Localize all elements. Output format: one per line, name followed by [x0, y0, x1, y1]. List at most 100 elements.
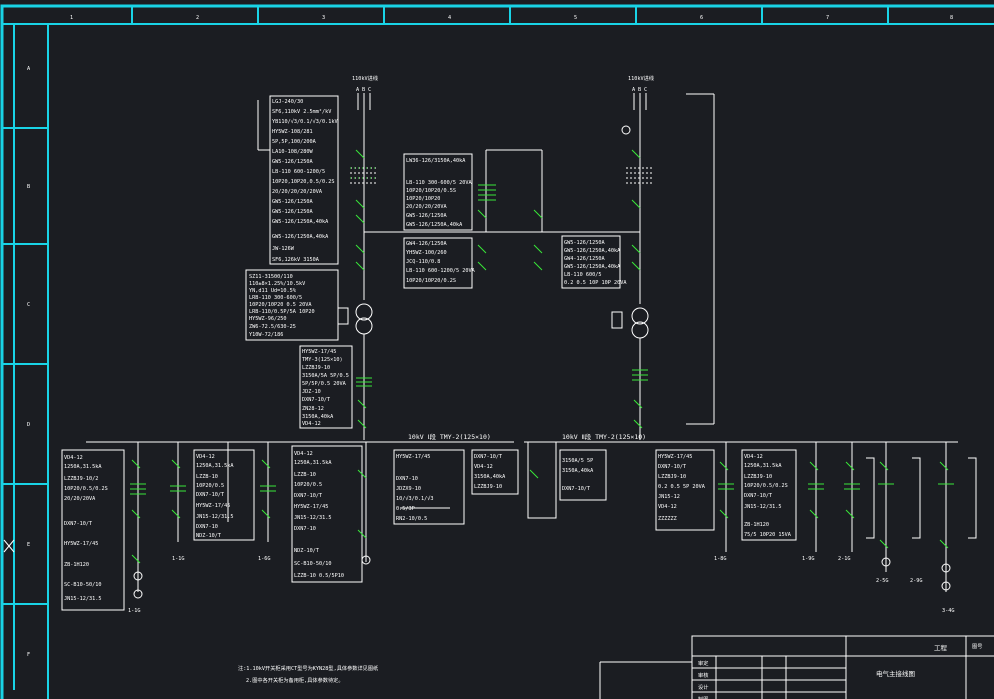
- spec-text: VD4-12: [294, 451, 313, 457]
- spec-text: DXN7-10/T: [562, 486, 590, 492]
- spec-text: JDZ-10: [302, 389, 321, 395]
- spec-text: JN15-12/31.5: [744, 504, 781, 510]
- spec-text: 110±8×1.25%/10.5kV: [249, 281, 305, 287]
- left-incoming-title: 110kV进线: [352, 74, 378, 82]
- spec-text: LZZBJ9-10/2: [64, 476, 98, 482]
- left-column-spec-table: LGJ-240/30 SF6,110kV 2.5mm²/kV YB110/√3/…: [257, 95, 339, 265]
- spec-text: NDZ-10/T: [196, 533, 221, 539]
- spec-text: JW-126W: [272, 246, 295, 252]
- spec-text: SF6,126kV 3150A: [272, 257, 320, 263]
- spec-text: GW5-126/1250A,40kA: [272, 234, 329, 240]
- zone-number: 5: [574, 15, 577, 21]
- spec-text: LGJ-240/30: [272, 99, 303, 105]
- spec-text: 0.5/3P: [396, 506, 415, 512]
- spec-text: GW5-126/1250A: [272, 209, 313, 215]
- zone-letter: E: [27, 542, 30, 548]
- spec-text: 20/20/20/20VA: [406, 204, 447, 210]
- spec-text: YH5WZ-100/260: [406, 250, 447, 256]
- zone-letter: C: [27, 302, 30, 308]
- spec-text: NDZ-10/T: [294, 548, 319, 554]
- spec-text: LB-110 300-600/5 20VA: [406, 180, 472, 186]
- spec-text: 10P20/0.5/0.2S: [744, 483, 788, 489]
- spec-text: 3150A/5 5P: [562, 458, 593, 464]
- spec-text: YN,d11 Ud=10.5%: [249, 288, 297, 294]
- spec-text: 3150A/5A 5P/0.5: [302, 373, 349, 379]
- spec-text: 0.2 0.5 5P 20VA: [658, 484, 706, 490]
- spec-text: ZB-1H120: [64, 562, 89, 568]
- spec-text: 10P20/10P20: [406, 196, 440, 202]
- spec-text: SF6,110kV 2.5mm²/kV: [272, 109, 331, 115]
- spec-text: 10P20/0.5: [196, 483, 224, 489]
- feeder-label: 2-5G: [876, 578, 889, 584]
- zone-letter: B: [27, 184, 30, 190]
- spec-text: JDZX9-10: [396, 486, 421, 492]
- spec-text: GW5-126/1250A: [272, 199, 313, 205]
- spec-text: DXN7-10/T: [196, 492, 224, 498]
- spec-text: ZN28-12: [302, 406, 324, 412]
- role-label: 审定: [698, 659, 708, 667]
- zone-number: 6: [700, 15, 703, 21]
- top-zone-numbers: 1 2 3 4 5 6 7 8: [70, 15, 953, 21]
- lv-incomer-spec-table: HY5WZ-17/45 TMY-3(125×10) LZZBJ9-10 3150…: [299, 345, 353, 429]
- spec-text: 5P,5P,100/200A: [272, 139, 317, 145]
- spec-text: HY5WZ-108/281: [272, 129, 313, 135]
- spec-text: VD4-12: [658, 504, 677, 510]
- spec-text: HY5WZ-17/45: [64, 541, 98, 547]
- zone-number: 2: [196, 15, 199, 21]
- corner-mark: 图号: [972, 643, 982, 650]
- right-incomer-spec-table: GW5-126/1250A GW5-126/1250A,40kA GW4-126…: [561, 235, 627, 289]
- feeder-label: 1-1G: [172, 556, 185, 562]
- role-label: 设计: [698, 683, 708, 691]
- single-line-diagram: 1 2 3 4 5 6 7 8 A B C D E F 110kV进线 A B …: [0, 4, 994, 699]
- spec-text: LZZBJ9-10: [302, 365, 330, 371]
- spec-text: YB110/√3/0.1/√3/0.1kV: [272, 118, 338, 125]
- feeder-label: 1-1G: [128, 608, 141, 614]
- spec-text: VD4-12: [196, 454, 215, 460]
- bus-1-label: 10kV Ⅰ段 TMY-2(125×10): [408, 432, 491, 441]
- zone-number: 8: [950, 15, 953, 21]
- right-110kv-incomer: 110kV进线 A B C: [611, 74, 715, 440]
- spec-text: LZZB-10: [294, 472, 316, 478]
- spec-text: DXN7-10: [396, 476, 418, 482]
- spec-text: RN2-10/0.5: [396, 516, 427, 522]
- spec-text: GW5-126/1250A,40kA: [272, 219, 329, 225]
- spec-text: 1250A,31.5kA: [64, 464, 102, 470]
- spec-text: LZZBJ9-10: [658, 474, 686, 480]
- spec-text: 10P20/10P20 0.5 20VA: [249, 302, 312, 308]
- spec-text: 10/√3/0.1/√3: [396, 495, 433, 502]
- notes: 注:1.10kV开关柜采用CT型号为KYN28型,具体参数详见图纸 2.图中各开…: [238, 664, 378, 684]
- spec-text: 20/20/20VA: [64, 496, 96, 502]
- zone-number: 7: [826, 15, 829, 21]
- phase-label: A: [356, 87, 360, 93]
- spec-text: HY5WZ-17/45: [396, 454, 430, 460]
- spec-text: LRB-110 300-600/5: [249, 295, 302, 301]
- spec-text: 75/5 10P20 15VA: [744, 532, 792, 538]
- spec-text: SC-B10-50/10: [64, 582, 101, 588]
- feeder-label: 1-8G: [714, 556, 727, 562]
- spec-text: LZZB-10 0.5/5P10: [294, 573, 344, 579]
- zone-letter: F: [27, 652, 30, 658]
- phase-label: A: [632, 87, 636, 93]
- spec-text: TMY-3(125×10): [302, 357, 343, 363]
- drawing-frame: [0, 4, 994, 699]
- spec-text: JN15-12/31.5: [196, 514, 233, 520]
- feeder-label: 3-4G: [942, 608, 955, 614]
- note-line-2: 2.图中各开关柜为备用柜,具体参数待定。: [246, 676, 344, 684]
- spec-text: GW5-126/1250A,40kA: [564, 248, 621, 254]
- spec-text: VD4-12: [302, 421, 321, 427]
- phase-label: B: [362, 87, 365, 93]
- feeder-label: 2-1G: [838, 556, 851, 562]
- spec-text: GW5-126/1250A: [564, 240, 605, 246]
- spec-text: SZ11-31500/110: [249, 274, 293, 280]
- spec-text: 10P20/10P20/0.5S: [406, 188, 456, 194]
- spec-text: 10P20/0.5/0.2S: [64, 486, 108, 492]
- spec-text: 3150A,40kA: [302, 414, 334, 420]
- zone-letter: A: [27, 66, 31, 72]
- spec-text: JN15-12/31.5: [294, 515, 331, 521]
- spec-text: DXN7-10/T: [658, 464, 686, 470]
- spec-text: 1250A,31.5kA: [744, 463, 782, 469]
- spec-text: DXN7-10/T: [64, 521, 92, 527]
- spec-text: JN15-12: [658, 494, 680, 500]
- transformer-spec-table: SZ11-31500/110 110±8×1.25%/10.5kV YN,d11…: [245, 269, 339, 341]
- spec-text: HY5WZ-17/45: [658, 454, 692, 460]
